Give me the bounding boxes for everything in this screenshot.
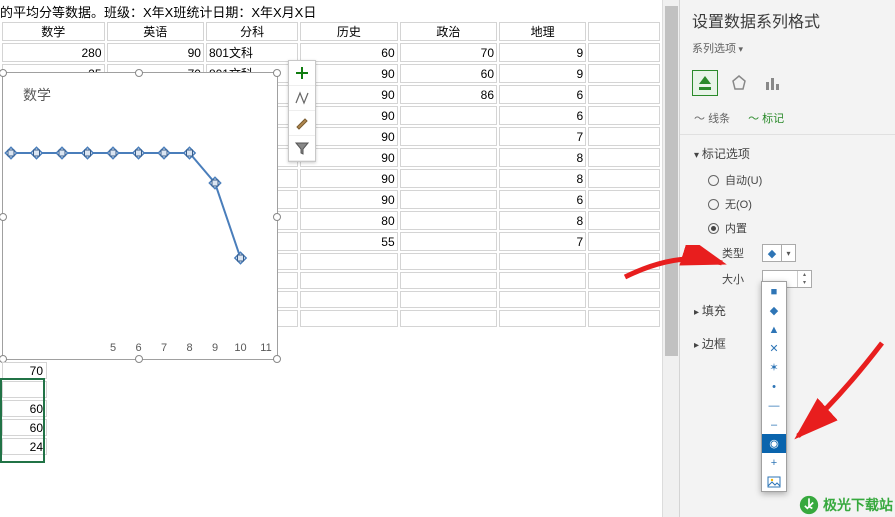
x-tick: 10 <box>234 342 246 354</box>
x-tick: 5 <box>110 342 116 354</box>
x-tick: 7 <box>161 342 167 354</box>
tab-line[interactable]: ～ 线条 <box>694 110 730 126</box>
marker-opt-dot[interactable]: • <box>762 377 786 396</box>
col-politics[interactable]: 政治 <box>400 22 497 41</box>
scroll-thumb[interactable] <box>665 6 678 356</box>
watermark: 极光下载站 <box>799 495 893 515</box>
radio-auto[interactable]: 自动(U) <box>680 168 895 192</box>
col-geography[interactable]: 地理 <box>499 22 586 41</box>
watermark-icon <box>799 495 819 515</box>
chart-styles-icon[interactable] <box>289 86 315 111</box>
chevron-down-icon[interactable]: ▾ <box>781 245 795 261</box>
marker-opt-square[interactable]: ■ <box>762 282 786 301</box>
chart-filter-icon[interactable] <box>289 136 315 161</box>
series-options-dropdown[interactable]: 系列选项 <box>680 36 895 66</box>
marker-current-glyph: ◆ <box>763 245 781 261</box>
radio-none[interactable]: 无(O) <box>680 192 895 216</box>
col-english[interactable]: 英语 <box>107 22 204 41</box>
marker-type-dropdown: ■ ◆ ▲ ✕ ✶ • — – ◉ + <box>761 281 787 492</box>
resize-handle[interactable] <box>135 69 143 77</box>
resize-handle[interactable] <box>273 213 281 221</box>
series-options-icon[interactable] <box>760 70 786 96</box>
chart-add-element-icon[interactable] <box>289 61 315 86</box>
label-type: 类型 <box>722 245 762 261</box>
chart-brush-icon[interactable] <box>289 111 315 136</box>
effects-icon[interactable] <box>726 70 752 96</box>
marker-opt-minus[interactable]: – <box>762 415 786 434</box>
marker-opt-diamond[interactable]: ◆ <box>762 301 786 320</box>
section-border[interactable]: 边框 <box>680 325 895 358</box>
marker-type-combo[interactable]: ◆ ▾ <box>762 244 796 262</box>
marker-opt-x[interactable]: ✕ <box>762 339 786 358</box>
col-history[interactable]: 历史 <box>300 22 397 41</box>
x-tick: 9 <box>212 342 218 354</box>
chart-mini-toolbar <box>288 60 316 162</box>
marker-opt-circle[interactable]: ◉ <box>762 434 786 453</box>
col-math[interactable]: 数学 <box>2 22 105 41</box>
header-row: 数学 英语 分科 历史 政治 地理 <box>2 22 660 41</box>
col-branch[interactable]: 分科 <box>206 22 298 41</box>
fill-line-icon[interactable] <box>692 70 718 96</box>
marker-opt-star[interactable]: ✶ <box>762 358 786 377</box>
x-tick: 8 <box>186 342 192 354</box>
marker-opt-picture[interactable] <box>762 472 786 491</box>
chart-object[interactable]: 数学 567891011 <box>2 72 278 360</box>
table-row[interactable]: 28090801文科60709 <box>2 43 660 62</box>
selection-box <box>0 378 45 463</box>
title-text: 的平均分等数据。班级：X年X班统计日期：X年X月X日 <box>0 0 662 21</box>
resize-handle[interactable] <box>273 355 281 363</box>
marker-opt-triangle[interactable]: ▲ <box>762 320 786 339</box>
format-pane: 设置数据系列格式 系列选项 ～ 线条 ～ 标记 标记选项 自动(U) 无(O) … <box>679 0 895 517</box>
chart-plot[interactable]: 5 6 7 8 9 10 11 <box>3 73 279 361</box>
label-size: 大小 <box>722 271 762 287</box>
section-fill[interactable]: 填充 <box>680 292 895 325</box>
resize-handle[interactable] <box>273 69 281 77</box>
pane-title: 设置数据系列格式 <box>680 0 895 36</box>
tab-marker[interactable]: ～ 标记 <box>748 110 784 126</box>
list-item[interactable]: 70 <box>2 362 47 379</box>
vertical-scrollbar[interactable] <box>662 0 679 517</box>
section-marker-options[interactable]: 标记选项 <box>680 135 895 168</box>
resize-handle[interactable] <box>135 355 143 363</box>
marker-opt-dash[interactable]: — <box>762 396 786 415</box>
marker-opt-plus[interactable]: + <box>762 453 786 472</box>
x-tick: 6 <box>135 342 141 354</box>
radio-builtin[interactable]: 内置 <box>680 216 895 240</box>
x-tick: 11 <box>260 342 271 354</box>
